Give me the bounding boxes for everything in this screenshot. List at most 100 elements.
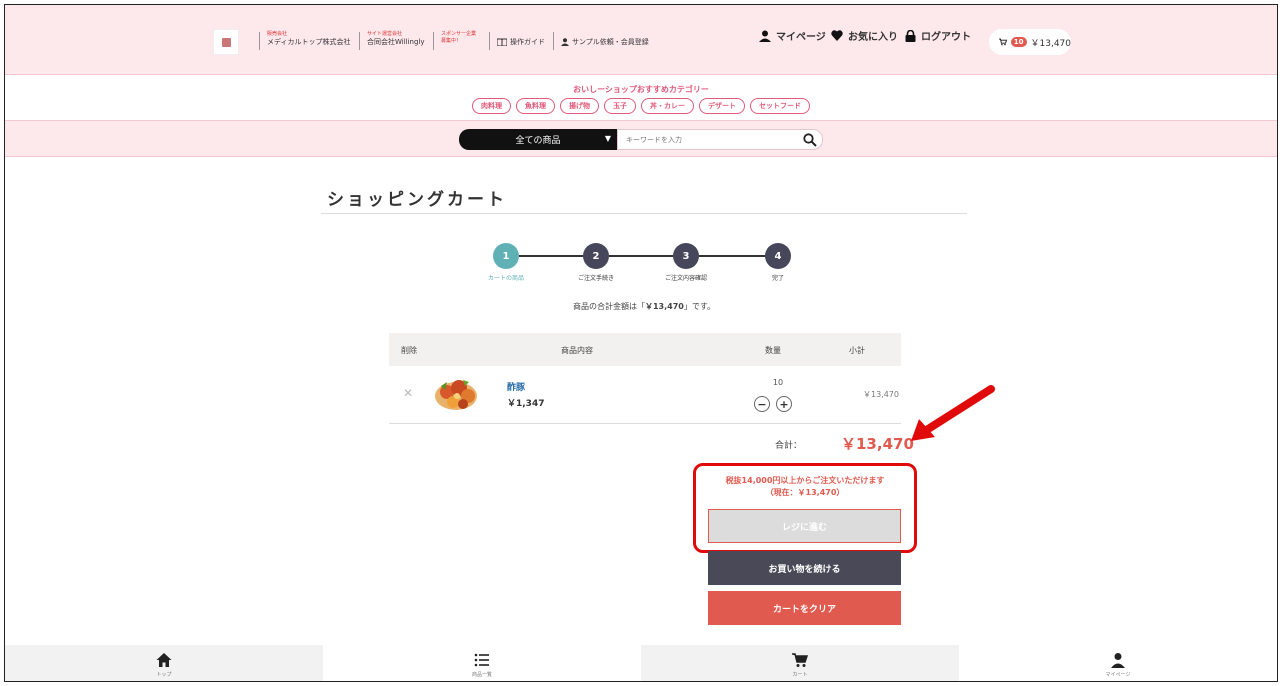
total-label: 合計： [775,441,803,451]
lock-icon [905,29,916,42]
guide-link-label: 操作ガイド [510,38,545,46]
search-category-select[interactable]: 全ての商品 ▼ [459,129,617,150]
summary-amount: ￥13,470 [644,302,684,311]
site-header: 販売会社 メディカルトップ株式会社 サイト運営会社 合同会社Willingly … [5,5,1277,75]
sponsor-caption: スポンサー企業 [441,31,477,37]
search-category-value: 全ての商品 [515,136,561,146]
cart-total-amount: ￥13,470 [1030,38,1072,49]
search-icon[interactable] [803,133,817,147]
bottom-nav-home[interactable]: トップ [5,645,323,681]
step-3: 3 [673,243,699,269]
step-connector [699,255,773,257]
notice-line-1: 税抜14,000円以上からご注文いただけます [725,476,885,485]
guide-link[interactable]: 操作ガイド [497,37,545,47]
bottom-nav-cart-label: カート [792,672,808,678]
total-amount: ￥13,470 [841,435,914,453]
logout-link[interactable]: ログアウト [905,28,971,43]
seller-name: メディカルトップ株式会社 [267,38,351,46]
quantity-increase-button[interactable]: + [776,396,792,412]
cart-summary: 商品の合計金額は「￥13,470」です。 [387,301,901,312]
product-image[interactable] [433,372,479,414]
search-bar: 全ての商品 ▼ [5,121,1277,157]
divider [489,32,490,50]
product-unit-price: ￥1,347 [507,399,545,409]
continue-shopping-button[interactable]: お買い物を続ける [708,551,901,585]
minimum-order-notice: 税抜14,000円以上からご注文いただけます （現在：￥13,470） [705,475,905,499]
caret-down-icon: ▼ [604,134,611,143]
category-chip[interactable]: 玉子 [604,98,636,114]
mypage-link[interactable]: マイページ [759,28,826,43]
step-1-label: カートの商品 [487,275,524,282]
category-chip[interactable]: 魚料理 [516,98,555,114]
notice-line-2: （現在：￥13,470） [765,488,845,497]
mypage-label: マイページ [776,32,826,43]
favorites-label: お気に入り [848,32,898,43]
step-4: 4 [765,243,791,269]
user-icon [759,30,771,42]
register-link[interactable]: サンプル依頼・会員登録 [561,37,649,47]
step-4-label: 完了 [771,275,784,282]
favorites-link[interactable]: お気に入り [831,28,898,43]
category-chip[interactable]: 揚げ物 [560,98,599,114]
step-3-label: ご注文内容確認 [664,275,707,282]
seller-caption: 販売会社 [267,31,288,37]
operator-info: サイト運営会社 合同会社Willingly [367,31,425,47]
quantity-value: 10 [772,378,784,387]
user-icon [1111,653,1125,668]
search-input[interactable] [617,129,823,150]
table-row: ✕ 酢豚 ￥1,347 10 − + ￥13,470 [389,366,901,424]
summary-prefix: 商品の合計金額は「 [572,302,645,311]
step-2-label: ご注文手続き [577,275,614,282]
cart-table-header: 削除 商品内容 数量 小計 [389,333,901,366]
category-chip[interactable]: デザート [699,98,745,114]
list-icon [474,653,489,667]
bottom-nav-cart[interactable]: カート [641,645,959,681]
title-divider [321,213,967,214]
page-title: ショッピングカート [327,190,507,210]
category-chip[interactable]: 丼・カレー [641,98,694,114]
divider [433,32,434,50]
operator-caption: サイト運営会社 [367,31,403,37]
bottom-nav: トップ 商品一覧 カート マイページ [5,645,1277,681]
site-logo[interactable] [213,29,239,55]
header-cart-button[interactable]: 10 ￥13,470 [989,29,1071,55]
step-1: 1 [493,243,519,269]
browser-viewport: 販売会社 メディカルトップ株式会社 サイト運営会社 合同会社Willingly … [4,4,1278,682]
quantity-decrease-button[interactable]: − [754,396,770,412]
user-icon [561,38,569,46]
category-bar: おいしーショップおすすめカテゴリー 肉料理 魚料理 揚げ物 玉子 丼・カレー デ… [5,75,1277,121]
header-subtotal: 小計 [849,346,865,355]
category-chip[interactable]: セットフード [750,98,810,114]
header-delete: 削除 [401,346,417,355]
clear-cart-button[interactable]: カートをクリア [708,591,901,625]
step-2: 2 [583,243,609,269]
checkout-button[interactable]: レジに進む [708,509,901,543]
divider [359,32,360,50]
home-icon [156,653,172,667]
category-chip[interactable]: 肉料理 [472,98,511,114]
cart-icon [999,38,1007,46]
divider [259,32,260,50]
remove-item-icon[interactable]: ✕ [403,386,413,400]
divider [553,32,554,50]
seller-info: 販売会社 メディカルトップ株式会社 [267,31,351,47]
cart-icon [792,653,808,667]
bottom-nav-products[interactable]: 商品一覧 [323,645,641,681]
row-subtotal: ￥13,470 [863,390,899,399]
bottom-nav-home-label: トップ [156,672,172,678]
heart-icon [831,30,843,41]
category-list: 肉料理 魚料理 揚げ物 玉子 丼・カレー デザート セットフード [5,98,1277,114]
operator-name: 合同会社Willingly [367,38,425,46]
bottom-nav-mypage[interactable]: マイページ [959,645,1277,681]
logout-label: ログアウト [921,32,971,43]
sponsor-info[interactable]: スポンサー企業 募集中！ [441,31,476,45]
cart-count-badge: 10 [1010,37,1027,47]
category-title: おいしーショップおすすめカテゴリー [573,85,709,94]
header-item: 商品内容 [561,346,593,355]
product-name-link[interactable]: 酢豚 [507,380,525,393]
bottom-nav-products-label: 商品一覧 [471,672,492,678]
annotation-arrow-icon [911,385,995,441]
bottom-nav-mypage-label: マイページ [1105,672,1131,678]
sponsor-text: 募集中！ [441,38,462,44]
register-link-label: サンプル依頼・会員登録 [572,38,649,46]
